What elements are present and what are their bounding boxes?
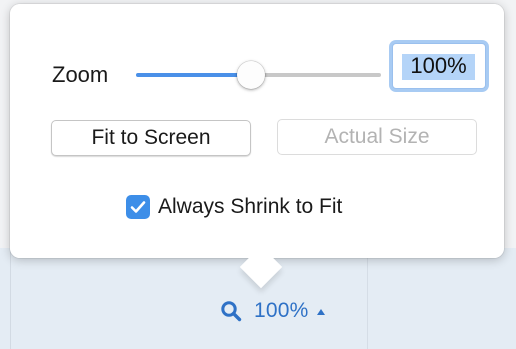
status-bar-divider [367,248,368,349]
always-shrink-option[interactable]: Always Shrink to Fit [126,193,342,221]
zoom-slider[interactable] [136,61,381,90]
zoom-percent-field[interactable]: 100% [392,43,486,89]
always-shrink-label: Always Shrink to Fit [158,195,343,218]
status-zoom-value: 100% [254,299,309,322]
zoom-percent-value: 100% [410,53,467,78]
checkmark-icon [130,201,146,213]
actual-size-button[interactable]: Actual Size [277,119,477,155]
zoom-slider-fill [136,73,251,77]
magnifier-icon [221,301,242,322]
status-bar-edge [10,248,11,349]
always-shrink-checkbox[interactable] [126,195,150,219]
status-zoom-button[interactable]: 100% [220,298,325,324]
caret-up-icon [316,309,325,315]
fit-to-screen-button[interactable]: Fit to Screen [51,120,251,156]
zoom-slider-track [251,73,381,77]
zoom-label: Zoom [52,62,109,87]
zoom-slider-thumb[interactable] [237,61,265,89]
